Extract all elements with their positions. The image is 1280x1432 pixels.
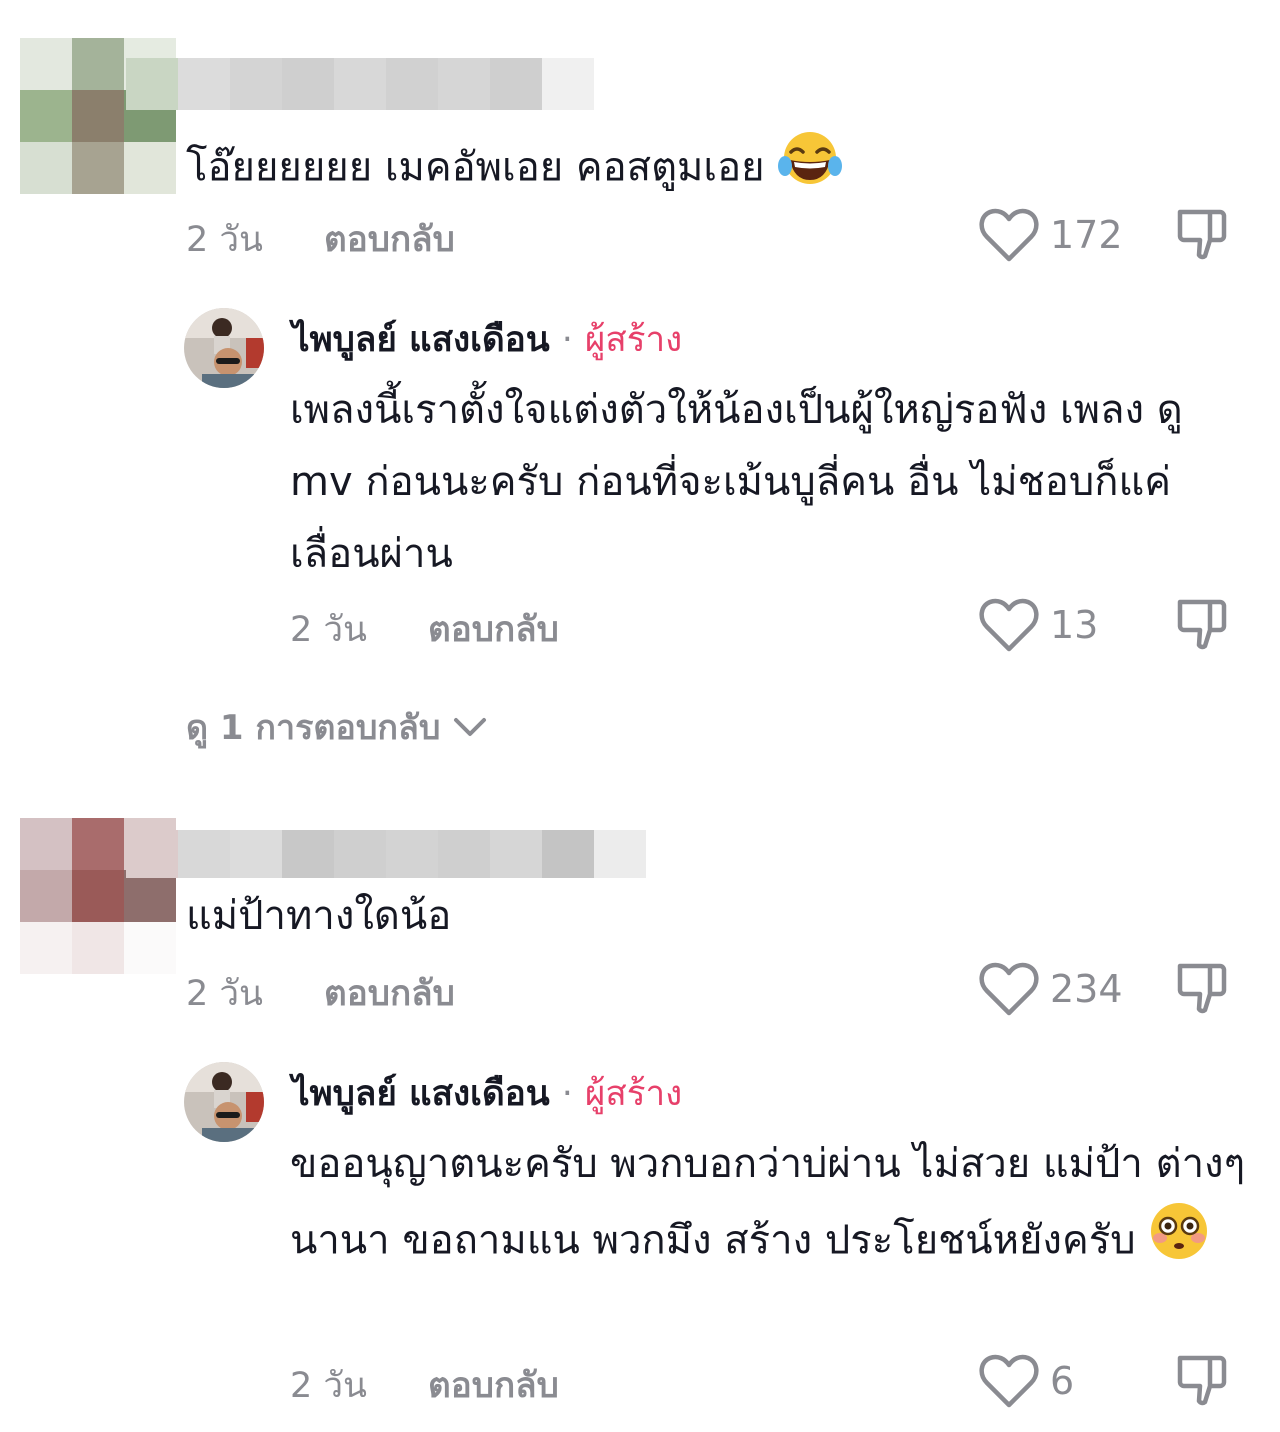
thumbs-down-icon [1177, 1355, 1227, 1406]
view-replies-button[interactable]: ดู 1 การตอบกลับ [186, 700, 490, 754]
creator-avatar[interactable] [184, 1062, 264, 1142]
reply-button[interactable]: ตอบกลับ [324, 212, 455, 267]
creator-badge: ผู้สร้าง [584, 1074, 683, 1114]
thumbs-down-icon [1177, 209, 1227, 260]
heart-icon [979, 598, 1039, 652]
chevron-down-icon [454, 718, 487, 736]
creator-name[interactable]: ไพบูลย์ แสงเดือน [292, 320, 550, 360]
reply-button[interactable]: ตอบกลับ [428, 602, 559, 657]
creator-name-line: ไพบูลย์ แสงเดือน · ผู้สร้าง [292, 312, 682, 367]
like-button[interactable]: 234 [978, 961, 1123, 1017]
creator-avatar[interactable] [184, 308, 264, 388]
like-count: 6 [1050, 1359, 1075, 1403]
dislike-button[interactable] [1174, 596, 1230, 656]
username-blurred[interactable] [126, 58, 594, 110]
separator-dot: · [561, 1074, 573, 1114]
reply-text: ขออนุญาตนะครับ พวกบอกว่าบ่ผ่าน ไม่สวย แม… [290, 1128, 1250, 1285]
comment-text: แม่ป้าทางใดน้อ [186, 893, 452, 939]
laughing-tears-emoji [777, 128, 843, 211]
heart-icon [979, 962, 1039, 1016]
like-count: 234 [1050, 967, 1123, 1011]
reply-button[interactable]: ตอบกลับ [324, 966, 455, 1021]
like-button[interactable]: 13 [978, 597, 1098, 653]
comment-time: 2 วัน [186, 220, 263, 260]
like-count: 172 [1050, 213, 1123, 257]
flushed-face-emoji [1148, 1200, 1210, 1285]
reply-button[interactable]: ตอบกลับ [428, 1358, 559, 1413]
view-replies-label: ดู 1 การตอบกลับ [186, 708, 441, 748]
comment-time: 2 วัน [186, 974, 263, 1014]
dislike-button[interactable] [1174, 960, 1230, 1020]
separator-dot: · [561, 320, 573, 360]
like-button[interactable]: 172 [978, 207, 1123, 263]
dislike-button[interactable] [1174, 1352, 1230, 1412]
reply-text: เพลงนี้เราตั้งใจแต่งตัวให้น้องเป็นผู้ใหญ… [290, 387, 1183, 577]
creator-name[interactable]: ไพบูลย์ แสงเดือน [292, 1074, 550, 1114]
heart-icon [979, 1354, 1039, 1408]
thumbs-down-icon [1177, 963, 1227, 1014]
reply-time: 2 วัน [290, 1366, 367, 1406]
like-button[interactable]: 6 [978, 1353, 1074, 1409]
comment-text: โอ๊ยยยยยย เมคอัพเอย คอสตูมเอย [186, 128, 1246, 211]
dislike-button[interactable] [1174, 206, 1230, 266]
reply-text-body: ขออนุญาตนะครับ พวกบอกว่าบ่ผ่าน ไม่สวย แม… [290, 1141, 1246, 1264]
reply-time: 2 วัน [290, 610, 367, 650]
thumbs-down-icon [1177, 599, 1227, 650]
heart-icon [979, 208, 1039, 262]
comment-text-body: โอ๊ยยยยยย เมคอัพเอย คอสตูมเอย [186, 144, 765, 191]
creator-badge: ผู้สร้าง [584, 320, 683, 360]
username-blurred[interactable] [126, 830, 646, 878]
like-count: 13 [1050, 603, 1099, 647]
creator-name-line: ไพบูลย์ แสงเดือน · ผู้สร้าง [292, 1066, 682, 1121]
